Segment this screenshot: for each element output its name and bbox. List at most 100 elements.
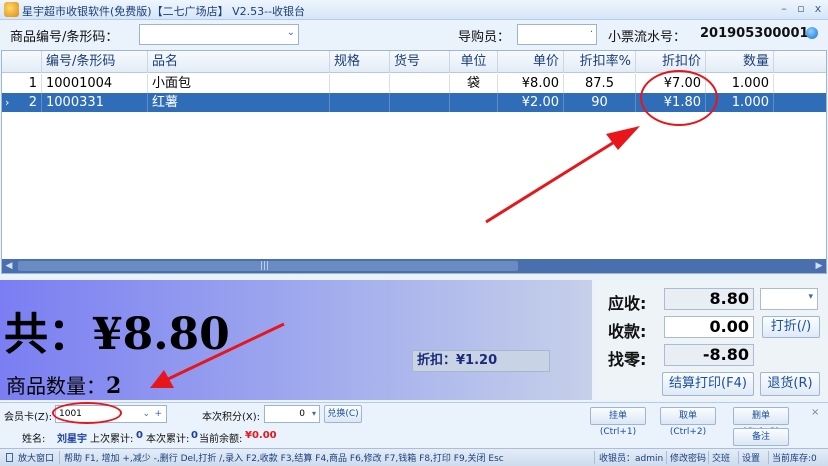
note-button[interactable]: 备注(Ctrl+B) bbox=[733, 428, 789, 458]
maximize-button[interactable]: ▫ bbox=[793, 1, 809, 17]
col-header-rate[interactable]: 折扣率% bbox=[564, 51, 636, 73]
payment-panel: 应收: 8.80 ▾ 收款: 0.00 打折(/) 找零: -8.80 结算打印… bbox=[594, 280, 828, 400]
chevron-down-icon[interactable]: ▾ bbox=[808, 292, 813, 302]
col-header-code[interactable]: 编号/条形码 bbox=[42, 51, 148, 73]
cell-code: 1000331 bbox=[42, 93, 148, 112]
plus-icon[interactable]: + bbox=[154, 406, 162, 422]
fetch-order-button[interactable]: 取单(Ctrl+2) bbox=[660, 407, 716, 437]
last-total-label: 上次累计: bbox=[90, 434, 134, 445]
cell-name: 红薯 bbox=[148, 93, 330, 112]
guide-select[interactable]: · bbox=[517, 24, 597, 45]
received-input[interactable]: 0.00 bbox=[664, 316, 754, 338]
divider bbox=[59, 451, 60, 464]
table-header: 编号/条形码 品名 规格 货号 单位 单价 折扣率% 折扣价 数量 bbox=[2, 51, 826, 73]
stock-info: 当前库存:0 bbox=[772, 454, 817, 464]
col-header-qty[interactable]: 数量 bbox=[706, 51, 774, 73]
cell-sku bbox=[390, 93, 450, 112]
member-row: 会员卡(Z): 1001 ⌄ + 本次积分(X): 0 ▾ 兑换(C) 姓名: … bbox=[0, 402, 828, 458]
window-icon bbox=[6, 453, 13, 462]
app-logo-icon bbox=[4, 2, 19, 17]
title-bar: 星宇超市收银软件(免费版)【二七广场店】 V2.53--收银台 – ▫ x bbox=[0, 0, 828, 20]
receipt-label: 小票流水号： bbox=[608, 30, 687, 45]
cell-unit bbox=[450, 93, 498, 112]
cell-name: 小面包 bbox=[148, 74, 330, 93]
item-count-value: 2 bbox=[106, 373, 122, 399]
row-index: 2 bbox=[2, 93, 42, 112]
refresh-icon[interactable] bbox=[806, 27, 818, 39]
scroll-grip-icon: ||| bbox=[260, 261, 270, 271]
delete-order-button[interactable]: 删单(Ctrl+3) bbox=[733, 407, 789, 437]
scroll-left-icon[interactable]: ◀ bbox=[2, 259, 16, 273]
item-count: 商品数量：2 bbox=[6, 370, 121, 399]
last-total-value: 0 bbox=[136, 430, 143, 441]
points-label: 本次积分(X): bbox=[202, 412, 261, 423]
chevron-down-icon[interactable]: ⌄ bbox=[287, 27, 295, 38]
divider bbox=[738, 451, 739, 464]
item-count-label: 商品数量： bbox=[6, 374, 106, 398]
handover-link[interactable]: 交班 bbox=[712, 451, 730, 464]
close-button[interactable]: x bbox=[810, 1, 826, 17]
cell-rate: 87.5 bbox=[564, 74, 636, 93]
redeem-button[interactable]: 兑换(C) bbox=[324, 405, 362, 423]
minimize-button[interactable]: – bbox=[776, 1, 792, 17]
member-name: 刘星宇 bbox=[57, 434, 87, 445]
cell-code: 10001004 bbox=[42, 74, 148, 93]
cashier-info: 收银员：admin bbox=[599, 454, 664, 464]
divider bbox=[768, 451, 769, 464]
change-label: 找零: bbox=[608, 350, 647, 369]
return-button[interactable]: 退货(R) bbox=[760, 372, 820, 396]
row-index-header bbox=[2, 51, 42, 73]
scroll-right-icon[interactable]: ▶ bbox=[812, 259, 826, 273]
due-label: 应收: bbox=[608, 294, 647, 313]
payment-method-select[interactable]: ▾ bbox=[760, 288, 818, 310]
checkout-print-button[interactable]: 结算打印(F4) bbox=[662, 372, 754, 396]
discount-button[interactable]: 打折(/) bbox=[762, 316, 820, 338]
this-total-value: 0 bbox=[191, 430, 198, 441]
cell-spec bbox=[330, 93, 390, 112]
search-row: 商品编号/条形码： ⌄ 导购员： · 小票流水号： 201905300001 bbox=[0, 20, 828, 48]
row-index: 1 bbox=[2, 74, 42, 93]
discount-amount: 折扣：¥1.20 bbox=[412, 350, 550, 372]
receipt-number: 201905300001 bbox=[700, 26, 809, 41]
grand-total: 共：¥8.80 bbox=[4, 309, 230, 360]
divider bbox=[708, 451, 709, 464]
this-total-label: 本次累计: bbox=[146, 434, 190, 445]
col-header-name[interactable]: 品名 bbox=[148, 51, 330, 73]
cell-price: ¥2.00 bbox=[498, 93, 564, 112]
member-name-label: 姓名: bbox=[22, 434, 46, 445]
help-shortcuts: 帮助 F1, 增加 +,减少 -,删行 Del,打折 /,录入 F2,收款 F3… bbox=[64, 454, 504, 464]
col-header-unit[interactable]: 单位 bbox=[450, 51, 498, 73]
cell-sku bbox=[390, 74, 450, 93]
total-panel: 共：¥8.80 商品数量：2 折扣：¥1.20 bbox=[0, 280, 592, 400]
balance-value: ¥0.00 bbox=[245, 430, 277, 441]
guide-label: 导购员： bbox=[458, 30, 511, 45]
cell-unit: 袋 bbox=[450, 74, 498, 93]
balance-label: 当前余额: bbox=[199, 434, 243, 445]
close-icon[interactable]: × bbox=[811, 407, 819, 418]
change-password-link[interactable]: 修改密码 bbox=[670, 451, 706, 464]
change-value: -8.80 bbox=[664, 344, 754, 366]
enlarge-window-button[interactable]: 放大窗口 bbox=[18, 451, 54, 464]
cell-rate: 90 bbox=[564, 93, 636, 112]
code-label: 商品编号/条形码： bbox=[10, 30, 119, 45]
chevron-down-icon[interactable]: ▾ bbox=[312, 406, 316, 422]
cell-spec bbox=[330, 74, 390, 93]
status-bar: 放大窗口 帮助 F1, 增加 +,减少 -,删行 Del,打折 /,录入 F2,… bbox=[0, 448, 828, 466]
col-header-sku[interactable]: 货号 bbox=[390, 51, 450, 73]
col-header-price[interactable]: 单价 bbox=[498, 51, 564, 73]
due-value: 8.80 bbox=[664, 288, 754, 310]
horizontal-scrollbar[interactable]: ◀ ||| ▶ bbox=[2, 259, 826, 273]
chevron-down-icon[interactable]: ⌄ bbox=[142, 406, 150, 422]
chevron-down-icon[interactable]: · bbox=[590, 27, 593, 38]
code-input[interactable]: ⌄ bbox=[139, 24, 299, 45]
received-label: 收款: bbox=[608, 322, 647, 341]
hold-order-button[interactable]: 挂单(Ctrl+1) bbox=[590, 407, 646, 437]
settings-link[interactable]: 设置 bbox=[742, 451, 760, 464]
divider bbox=[666, 451, 667, 464]
points-input[interactable]: 0 ▾ bbox=[264, 405, 320, 423]
window-title: 星宇超市收银软件(免费版)【二七广场店】 V2.53--收银台 bbox=[22, 5, 306, 18]
highlight-ring bbox=[52, 402, 122, 424]
divider bbox=[594, 451, 595, 464]
highlight-ring bbox=[640, 70, 718, 126]
col-header-spec[interactable]: 规格 bbox=[330, 51, 390, 73]
